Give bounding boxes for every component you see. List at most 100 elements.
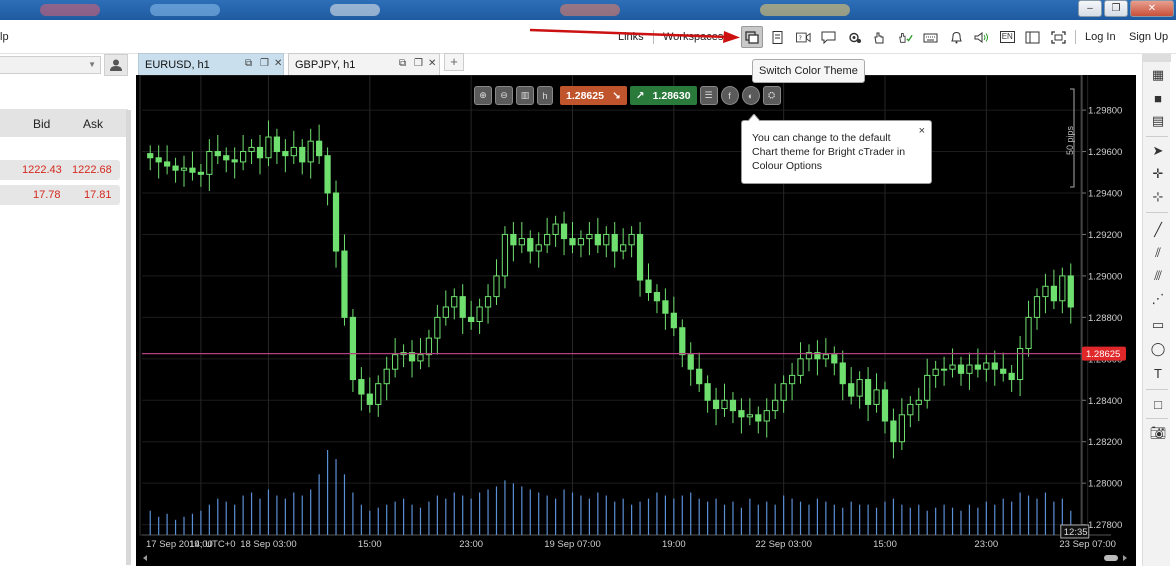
candle-body [746, 414, 753, 418]
add-tab-button[interactable]: + [444, 53, 464, 71]
detach-icon[interactable]: ❐ [260, 58, 269, 69]
rectangle-icon[interactable]: ▭ [1147, 314, 1169, 336]
restore-icon[interactable]: ❐ [1104, 0, 1128, 17]
layout-icon[interactable] [1020, 26, 1046, 48]
trendline-icon[interactable]: ╱ [1147, 219, 1169, 241]
sell-button[interactable]: 1.28625 ↘ [560, 86, 627, 105]
os-decoration [760, 4, 850, 16]
popout-icon[interactable]: ⧉ [245, 58, 252, 69]
x-tick-label: 23:00 [459, 539, 483, 550]
grid-layout-icon[interactable]: ▦ [1147, 64, 1169, 86]
ellipse-icon[interactable]: ◯ [1147, 338, 1169, 360]
close-tab-icon[interactable]: ✕ [428, 58, 436, 69]
candle-type-icon[interactable]: ▥ [516, 86, 534, 105]
candle-body [729, 399, 737, 412]
candle-body [831, 354, 838, 364]
indicators-icon[interactable]: ☰ [699, 86, 718, 105]
watchlist-row[interactable]: 1222.43 1222.68 [0, 160, 120, 180]
sell-price: 1.28625 [566, 89, 604, 102]
pointer-icon[interactable]: ➤ [1147, 140, 1169, 162]
signup-link[interactable]: Sign Up [1129, 31, 1168, 43]
candle-body [417, 354, 424, 362]
watchlist-scrollbar[interactable] [126, 110, 131, 565]
chart-settings-icon[interactable]: ⛭ [762, 86, 781, 105]
menu-help[interactable]: lp [0, 31, 9, 43]
video-icon[interactable]: ? [791, 26, 817, 48]
candle-body [1000, 368, 1007, 374]
y-tick-label: 1.29800 [1088, 106, 1122, 117]
facebook-icon[interactable]: f [720, 86, 739, 105]
x-tick-label: 19:00 [662, 539, 686, 550]
candle-body [780, 383, 787, 401]
candle-body [1050, 285, 1058, 302]
candle-body [282, 151, 289, 157]
channel-icon[interactable]: ⫻ [1147, 265, 1169, 287]
split-layout-icon[interactable]: ▤ [1147, 110, 1169, 132]
ask-value: 17.81 [84, 189, 112, 201]
detach-icon[interactable]: ❐ [414, 58, 423, 69]
zoom-out-icon[interactable]: ⊖ [495, 86, 513, 105]
crosshair-icon[interactable]: ✛ [1147, 163, 1169, 185]
color-swatch-icon[interactable]: □ [1147, 393, 1169, 415]
sound-icon[interactable] [969, 26, 995, 48]
login-link[interactable]: Log In [1085, 31, 1116, 43]
chart-horizontal-scrollbar[interactable] [140, 554, 1130, 562]
symbol-search-select[interactable]: ▼ [0, 56, 101, 74]
measure-icon[interactable]: ⊹ [1147, 186, 1169, 208]
candle-body [535, 244, 542, 252]
settings-icon[interactable] [842, 26, 868, 48]
candle-body [932, 368, 939, 376]
plot-frame [139, 75, 1082, 536]
candle-body [383, 368, 390, 385]
candle-body [273, 136, 281, 153]
close-popup-icon[interactable]: × [919, 124, 925, 138]
candle-body [603, 233, 610, 246]
price-chart[interactable]: 1.29800 1.29600 1.29400 1.29200 1.29000 1.288… [136, 75, 1136, 566]
fibonacci-icon[interactable]: ⫽ [1147, 242, 1169, 264]
notes-icon[interactable] [765, 26, 791, 48]
zoom-in-icon[interactable]: ⊕ [474, 86, 492, 105]
watchlist-row[interactable]: 17.78 17.81 [0, 185, 120, 205]
sell-arrow-icon: ↘ [611, 89, 621, 102]
tab-gbpjpy[interactable]: GBPJPY, h1 ⧉ ❐ ✕ [288, 53, 440, 75]
candle-body [881, 389, 889, 422]
screenshot-icon[interactable]: 📷︎ [1147, 422, 1169, 444]
keyboard-icon[interactable] [918, 26, 944, 48]
candle-body [332, 192, 340, 252]
candle-body [864, 379, 872, 405]
fullscreen-icon[interactable] [1046, 26, 1072, 48]
close-window-icon[interactable]: ✕ [1130, 0, 1174, 17]
theme-drop-icon[interactable]: ◐ [741, 86, 760, 105]
candle-body [147, 153, 154, 159]
user-icon[interactable] [104, 54, 128, 76]
candle-body [197, 171, 205, 175]
tab-eurusd[interactable]: EURUSD, h1 ⧉ ❐ ✕ [138, 53, 284, 75]
bell-icon[interactable] [944, 26, 970, 48]
period-selector[interactable]: h [537, 86, 553, 105]
candle-body [155, 157, 162, 163]
toolbar-scroll[interactable] [1143, 54, 1171, 62]
minimize-icon[interactable]: – [1078, 0, 1102, 17]
candle-body [797, 358, 804, 376]
chat-icon[interactable] [816, 26, 842, 48]
hand-icon[interactable] [867, 26, 893, 48]
popout-icon[interactable]: ⧉ [399, 58, 406, 69]
os-decoration [40, 4, 100, 16]
single-layout-icon[interactable]: ■ [1147, 87, 1169, 109]
chart-area[interactable]: 1.29800 1.29600 1.29400 1.29200 1.29000 1.288… [136, 75, 1136, 566]
y-tick-label: 1.27800 [1088, 520, 1122, 531]
close-tab-icon[interactable]: ✕ [274, 58, 282, 69]
buy-button[interactable]: ↗ 1.28630 [629, 86, 697, 105]
candle-body [940, 368, 948, 371]
toolbar-divider [1146, 418, 1168, 419]
candle-body [468, 316, 475, 323]
pitchfork-icon[interactable]: ⋰ [1147, 288, 1169, 310]
hand-check-icon[interactable] [893, 26, 919, 48]
os-taskbar: – ❐ ✕ [0, 0, 1176, 20]
text-icon[interactable]: T [1147, 362, 1169, 384]
annotation-arrow [529, 28, 740, 43]
language-en-icon[interactable]: EN [995, 26, 1021, 48]
candle-body [425, 337, 433, 356]
candle-body [662, 300, 669, 314]
y-tick-label: 1.29400 [1088, 189, 1122, 200]
